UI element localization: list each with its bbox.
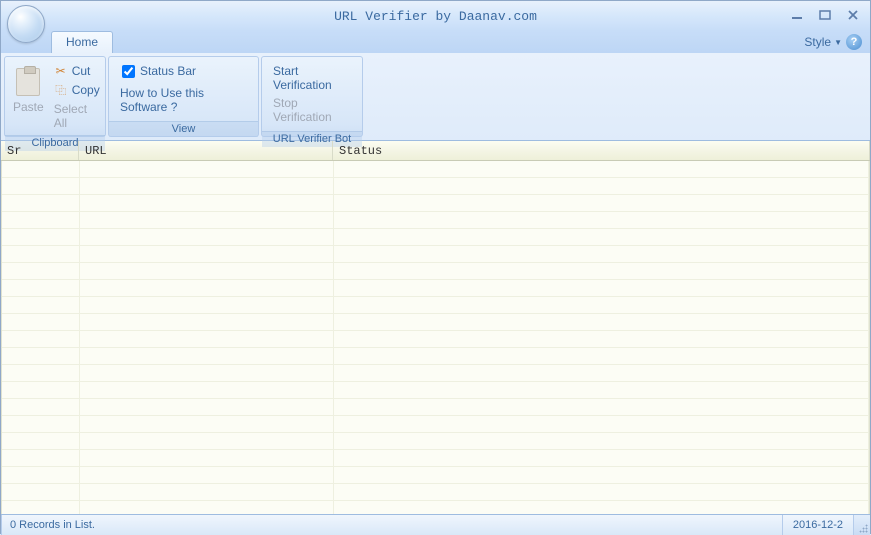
table-row[interactable] — [2, 195, 869, 212]
grid-header: Sr URL Status — [1, 141, 870, 161]
ribbon-tab-strip: Home Style ▼ ? — [1, 31, 870, 53]
table-row[interactable] — [2, 229, 869, 246]
cut-button[interactable]: Cut — [49, 62, 105, 80]
minimize-button[interactable] — [788, 7, 806, 23]
maximize-button[interactable] — [816, 7, 834, 23]
grip-icon — [858, 523, 868, 533]
table-row[interactable] — [2, 484, 869, 501]
table-row[interactable] — [2, 178, 869, 195]
status-bar: 0 Records in List. 2016-12-2 — [1, 514, 870, 535]
table-row[interactable] — [2, 212, 869, 229]
app-orb-button[interactable] — [7, 5, 45, 43]
close-button[interactable] — [844, 7, 862, 23]
status-records: 0 Records in List. — [1, 515, 783, 535]
table-row[interactable] — [2, 280, 869, 297]
copy-icon — [54, 83, 68, 97]
select-all-button[interactable]: Select All — [49, 100, 105, 132]
scissors-icon — [54, 64, 68, 78]
column-header-status[interactable]: Status — [333, 141, 870, 160]
table-row[interactable] — [2, 331, 869, 348]
help-icon[interactable]: ? — [846, 34, 862, 50]
group-label-view: View — [109, 121, 258, 137]
ribbon: Paste Cut Copy Select All Clipboard — [1, 53, 870, 141]
table-row[interactable] — [2, 501, 869, 514]
style-dropdown[interactable]: Style ▼ — [804, 35, 842, 49]
style-label: Style — [804, 35, 831, 49]
clipboard-icon — [16, 68, 40, 96]
table-row[interactable] — [2, 467, 869, 484]
table-row[interactable] — [2, 450, 869, 467]
table-row[interactable] — [2, 433, 869, 450]
title-bar: URL Verifier by Daanav.com — [1, 1, 870, 31]
table-row[interactable] — [2, 382, 869, 399]
status-bar-checkbox[interactable]: Status Bar — [116, 62, 251, 80]
status-bar-checkbox-input[interactable] — [122, 65, 135, 78]
ribbon-group-view: Status Bar How to Use this Software ? Vi… — [108, 56, 259, 137]
tab-home[interactable]: Home — [51, 31, 113, 53]
window-title: URL Verifier by Daanav.com — [334, 9, 537, 24]
status-date: 2016-12-2 — [783, 515, 854, 535]
table-row[interactable] — [2, 348, 869, 365]
table-row[interactable] — [2, 416, 869, 433]
start-verification-button[interactable]: Start Verification — [273, 64, 351, 92]
table-row[interactable] — [2, 314, 869, 331]
paste-button[interactable]: Paste — [8, 60, 49, 122]
table-row[interactable] — [2, 263, 869, 280]
how-to-use-link[interactable]: How to Use this Software ? — [116, 84, 251, 116]
column-header-sr[interactable]: Sr — [1, 141, 79, 160]
stop-verification-button[interactable]: Stop Verification — [273, 96, 351, 124]
grid-body[interactable] — [1, 161, 870, 514]
table-row[interactable] — [2, 365, 869, 382]
ribbon-group-url-verifier-bot: Start Verification Stop Verification URL… — [261, 56, 363, 137]
resize-grip[interactable] — [854, 515, 870, 535]
table-row[interactable] — [2, 399, 869, 416]
chevron-down-icon: ▼ — [834, 38, 842, 47]
copy-button[interactable]: Copy — [49, 81, 105, 99]
table-row[interactable] — [2, 161, 869, 178]
column-header-url[interactable]: URL — [79, 141, 333, 160]
table-row[interactable] — [2, 297, 869, 314]
ribbon-group-clipboard: Paste Cut Copy Select All Clipboard — [4, 56, 106, 137]
table-row[interactable] — [2, 246, 869, 263]
